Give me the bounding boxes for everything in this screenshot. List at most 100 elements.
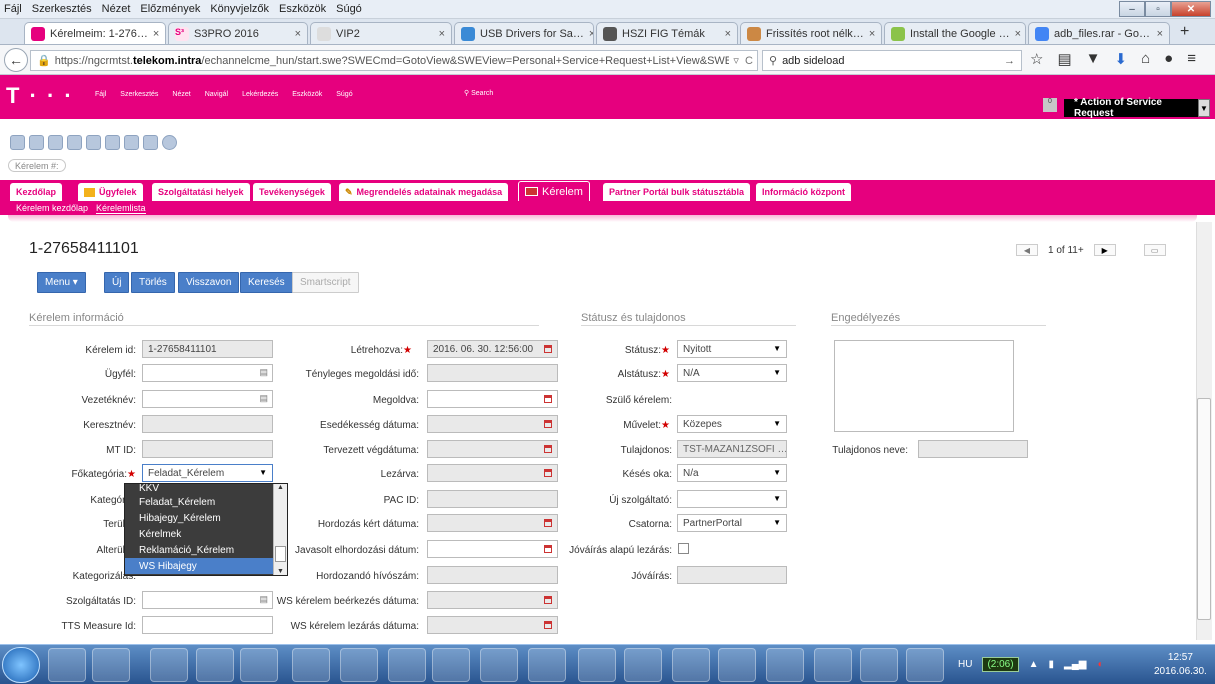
close-window-button[interactable]: ✕ <box>1171 1 1211 17</box>
approval-textarea[interactable] <box>834 340 1014 432</box>
dropdown-option[interactable]: Feladat_Kérelem <box>125 494 287 510</box>
delete-button[interactable]: Törlés <box>131 272 175 293</box>
new-tab-icon[interactable]: + <box>1180 23 1189 41</box>
app-menu-navigate[interactable]: Navigál <box>205 91 228 98</box>
close-tab-icon[interactable]: × <box>1015 28 1021 40</box>
back-arrow-icon[interactable]: ← <box>4 48 28 72</box>
app-menu-file[interactable]: Fájl <box>95 91 106 98</box>
dropdown-option[interactable]: Hibajegy_Kérelem <box>125 510 287 526</box>
channel-select[interactable]: PartnerPortal ▼ <box>677 514 787 532</box>
tab-request[interactable]: Kérelem <box>518 181 590 201</box>
clock-icon[interactable] <box>162 135 177 150</box>
language-indicator[interactable]: HU <box>958 659 972 670</box>
print-icon[interactable] <box>143 135 158 150</box>
firefox-icon[interactable] <box>240 648 278 682</box>
battery-icon[interactable]: ▮ <box>1048 659 1054 670</box>
volume-muted-icon[interactable]: ◖ <box>1096 659 1102 670</box>
user-icon[interactable] <box>766 648 804 682</box>
query-icon[interactable] <box>10 135 25 150</box>
close-tab-icon[interactable]: × <box>439 28 445 40</box>
sync-icon[interactable] <box>672 648 710 682</box>
scroll-down-icon[interactable]: ▼ <box>274 568 287 575</box>
battery-indicator[interactable]: (2:06) <box>982 657 1019 672</box>
browser-tab-3[interactable]: VIP2 × <box>310 22 452 44</box>
pdf-icon[interactable] <box>624 648 662 682</box>
menu-help[interactable]: Súgó <box>336 3 362 15</box>
maximize-button[interactable]: ▫ <box>1145 1 1171 17</box>
new-provider-select[interactable]: ▼ <box>677 490 787 508</box>
browser-search-input[interactable]: ⚲ adb sideload → <box>762 50 1022 71</box>
app-icon[interactable] <box>150 648 188 682</box>
app-menu-query[interactable]: Lekérdezés <box>242 91 278 98</box>
chevron-down-icon[interactable]: ▼ <box>773 419 781 428</box>
download-icon[interactable]: ⬇ <box>1115 50 1128 68</box>
explorer-icon[interactable] <box>92 648 130 682</box>
word-icon[interactable] <box>906 648 944 682</box>
undo-button[interactable]: Visszavon <box>178 272 240 293</box>
prev-record-button[interactable]: ◀ <box>1016 244 1038 256</box>
next-record-button[interactable]: ▶ <box>1093 244 1116 256</box>
new-record-icon[interactable] <box>48 135 63 150</box>
scroll-up-icon[interactable]: ▲ <box>274 484 287 491</box>
bookmarks-list-icon[interactable]: ▤ <box>1057 50 1071 68</box>
close-tab-icon[interactable]: × <box>869 28 875 40</box>
browser-tab-1[interactable]: Kérelmeim: 1-276… × <box>24 22 166 44</box>
reload-icon[interactable]: ▿ C <box>729 54 753 67</box>
dropdown-scrollbar[interactable]: ▲ ▼ <box>273 484 287 575</box>
browser-tab-2[interactable]: S³ S3PRO 2016 × <box>168 22 308 44</box>
chevron-down-icon[interactable]: ▼ <box>773 368 781 377</box>
tab-service-locations[interactable]: Szolgáltatási helyek <box>152 183 250 201</box>
chevron-down-icon[interactable]: ▼ <box>773 494 781 503</box>
paint-icon[interactable] <box>528 648 566 682</box>
outlook-icon[interactable] <box>196 648 234 682</box>
copy-record-icon[interactable] <box>67 135 82 150</box>
calendar-icon[interactable] <box>544 596 552 604</box>
close-tab-icon[interactable]: × <box>589 28 593 40</box>
page-scroll-thumb[interactable] <box>1197 398 1211 620</box>
notes-icon[interactable] <box>388 648 426 682</box>
bookmark-star-icon[interactable]: ☆ <box>1030 50 1043 68</box>
app-menu-help[interactable]: Súgó <box>336 91 352 98</box>
report-icon[interactable] <box>124 135 139 150</box>
tab-order-data[interactable]: ✎ Megrendelés adatainak megadása <box>339 183 509 201</box>
menu-view[interactable]: Nézet <box>102 3 131 15</box>
menu-file[interactable]: Fájl <box>4 3 22 15</box>
device-icon[interactable] <box>718 648 756 682</box>
menu-tools[interactable]: Eszközök <box>279 3 326 15</box>
query-assistant-icon[interactable] <box>29 135 44 150</box>
go-arrow-icon[interactable]: → <box>1004 55 1015 67</box>
app-menu-view[interactable]: Nézet <box>172 91 190 98</box>
hamburger-menu-icon[interactable]: ≡ <box>1187 50 1196 68</box>
ie-icon[interactable] <box>48 648 86 682</box>
action-select[interactable]: * Action of Service Request <box>1064 97 1198 119</box>
windows-start-icon[interactable] <box>2 647 40 683</box>
new-button[interactable]: Új <box>104 272 130 293</box>
substatus-select[interactable]: N/A ▼ <box>677 364 787 382</box>
support-icon[interactable] <box>860 648 898 682</box>
save-icon[interactable] <box>105 135 120 150</box>
chevron-down-icon[interactable]: ▼ <box>773 518 781 527</box>
tab-info-center[interactable]: Információ központ <box>756 183 851 201</box>
chevron-down-icon[interactable]: ▼ <box>773 344 781 353</box>
url-bar[interactable]: 🔒 https://ngcrmtst. telekom.intra/echanne… <box>30 50 758 71</box>
browser-tab-4[interactable]: USB Drivers for Sa…× <box>454 22 594 44</box>
close-tab-icon[interactable]: × <box>295 28 301 40</box>
dropdown-option-selected[interactable]: WS Hibajegy <box>125 558 287 574</box>
chevron-down-icon[interactable]: ▼ <box>773 468 781 477</box>
app-search-link[interactable]: ⚲ Search <box>464 89 493 97</box>
search-button[interactable]: Keresés <box>240 272 293 293</box>
chat-icon[interactable]: ● <box>1164 50 1173 68</box>
firefox-icon[interactable] <box>340 648 378 682</box>
monitor-icon[interactable] <box>578 648 616 682</box>
browser-tab-7[interactable]: Install the Google … × <box>884 22 1026 44</box>
pocket-icon[interactable]: ▼ <box>1086 50 1101 68</box>
tab-home[interactable]: Kezdőlap <box>10 183 63 201</box>
dropdown-scroll-thumb[interactable] <box>275 546 286 562</box>
status-select[interactable]: Nyitott ▼ <box>677 340 787 358</box>
signal-icon[interactable]: ▂▄▆ <box>1064 659 1086 670</box>
operation-select[interactable]: Közepes ▼ <box>677 415 787 433</box>
home-icon[interactable]: ⌂ <box>1141 50 1150 68</box>
dropdown-option[interactable]: Kérelmek <box>125 526 287 542</box>
credit-closure-checkbox[interactable] <box>678 543 689 554</box>
menu-history[interactable]: Előzmények <box>140 3 200 15</box>
